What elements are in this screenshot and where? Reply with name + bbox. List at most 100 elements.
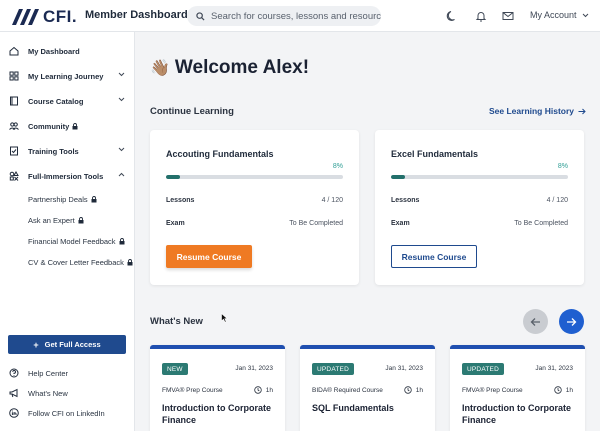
lock-icon — [78, 217, 84, 224]
arrow-right-icon — [567, 317, 577, 326]
clock-icon — [404, 386, 412, 394]
cfi-logo[interactable]: CFI. — [10, 7, 77, 27]
sidebar-item-label: My Dashboard — [28, 47, 80, 56]
search-box[interactable] — [187, 6, 381, 26]
sidebar-item-dashboard[interactable]: My Dashboard — [0, 42, 134, 60]
news-duration: 1h — [254, 386, 273, 394]
sidebar-item-label: Course Catalog — [28, 97, 84, 106]
sidebar-item-learning-journey[interactable]: My Learning Journey — [0, 67, 134, 85]
news-card[interactable]: UPDATED Jan 31, 2023 BIDA® Required Cour… — [300, 345, 435, 431]
get-full-access-button[interactable]: + Get Full Access — [8, 335, 126, 354]
news-title: Introduction to Corporate Finance — [462, 403, 571, 425]
news-date: Jan 31, 2023 — [235, 365, 273, 372]
course-progress-fill — [166, 175, 181, 179]
course-title: Excel Fundamentals — [391, 149, 479, 159]
home-icon — [9, 46, 19, 56]
megaphone-icon — [9, 388, 18, 398]
exam-row: Exam To Be Completed — [391, 220, 568, 227]
mouse-cursor-icon — [221, 313, 228, 323]
chevron-down-icon — [118, 72, 125, 77]
help-center-label: Help Center — [28, 369, 69, 378]
sidebar-item-course-catalog[interactable]: Course Catalog — [0, 92, 134, 110]
linkedin-link[interactable]: Follow CFI on LinkedIn — [0, 405, 134, 421]
chevron-up-icon — [118, 172, 125, 177]
welcome-text: Welcome Alex! — [174, 57, 310, 78]
grid-icon — [9, 71, 19, 81]
logo-text: CFI. — [43, 7, 78, 26]
chevron-down-icon — [582, 13, 588, 17]
resume-course-button[interactable]: Resume Course — [391, 245, 477, 268]
sidebar-subitem-cv-cover-letter-feedback[interactable]: CV & Cover Letter Feedback — [28, 258, 133, 267]
carousel-prev-button[interactable] — [523, 309, 548, 334]
linkedin-label: Follow CFI on LinkedIn — [28, 409, 105, 418]
arrow-left-icon — [530, 317, 540, 326]
news-date: Jan 31, 2023 — [535, 365, 573, 372]
news-card[interactable]: NEW Jan 31, 2023 FMVA® Prep Course 1h In… — [150, 345, 285, 431]
news-title: Introduction to Corporate Finance — [162, 403, 271, 425]
course-progress-bar — [166, 175, 343, 179]
news-course-type: FMVA® Prep Course — [462, 387, 523, 394]
whats-new-heading: What's New — [150, 316, 203, 327]
chevron-down-icon — [118, 147, 125, 152]
search-icon — [196, 11, 205, 21]
course-card: Accouting Fundamentals 8% Lessons 4 / 12… — [150, 130, 359, 285]
sidebar-item-label: Full-Immersion Tools — [28, 172, 104, 181]
lessons-label: Lessons — [391, 197, 420, 204]
carousel-next-button[interactable] — [559, 309, 584, 334]
linkedin-icon — [9, 408, 19, 418]
app-title: Member Dashboard — [85, 9, 188, 21]
plus-icon: + — [33, 339, 39, 350]
shapes-icon — [9, 171, 19, 181]
cfi-logo-mark-icon — [12, 9, 39, 25]
arrow-right-icon — [578, 108, 586, 114]
clock-icon — [554, 386, 562, 394]
exam-label: Exam — [166, 220, 185, 227]
exam-value: To Be Completed — [289, 220, 343, 227]
exam-row: Exam To Be Completed — [166, 220, 343, 227]
sidebar-item-community[interactable]: Community — [0, 117, 134, 135]
checklist-icon — [10, 146, 18, 156]
see-learning-history-link[interactable]: See Learning History — [489, 106, 586, 116]
sidebar-subitem-ask-an-expert[interactable]: Ask an Expert — [28, 216, 84, 225]
news-card[interactable]: UPDATED Jan 31, 2023 FMVA® Prep Course 1… — [450, 345, 585, 431]
news-course-type: BIDA® Required Course — [312, 387, 383, 394]
lessons-label: Lessons — [166, 197, 195, 204]
welcome-heading: 👋🏽 Welcome Alex! — [150, 57, 309, 79]
help-center-link[interactable]: Help Center — [0, 365, 134, 381]
news-duration: 1h — [554, 386, 573, 394]
sidebar-subitem-financial-model-feedback[interactable]: Financial Model Feedback — [28, 237, 125, 246]
whats-new-link[interactable]: What's New — [0, 385, 134, 401]
top-bar: CFI. Member Dashboard My Account — [0, 0, 600, 32]
sidebar-subitem-partnership-deals[interactable]: Partnership Deals — [28, 195, 97, 204]
exam-value: To Be Completed — [514, 220, 568, 227]
clock-icon — [254, 386, 262, 394]
lessons-row: Lessons 4 / 120 — [166, 197, 343, 204]
question-icon — [9, 368, 19, 378]
lock-icon — [72, 123, 78, 130]
sidebar-item-label: My Learning Journey — [28, 72, 104, 81]
sidebar: My Dashboard My Learning Journey Course … — [0, 32, 135, 431]
sidebar-item-full-immersion-tools[interactable]: Full-Immersion Tools — [0, 167, 134, 185]
bell-icon[interactable] — [475, 10, 487, 22]
whats-new-label: What's New — [28, 389, 68, 398]
mail-icon[interactable] — [502, 10, 514, 22]
lessons-row: Lessons 4 / 120 — [391, 197, 568, 204]
sidebar-item-label: Community — [28, 122, 78, 131]
moon-icon[interactable] — [446, 10, 458, 22]
chevron-down-icon — [118, 97, 125, 102]
account-menu[interactable]: My Account — [530, 10, 589, 20]
status-badge: NEW — [162, 363, 188, 375]
course-progress-percent: 8% — [557, 163, 568, 170]
lock-icon — [91, 196, 97, 203]
sidebar-item-label: Training Tools — [28, 147, 79, 156]
search-input[interactable] — [211, 10, 381, 22]
news-course-type: FMVA® Prep Course — [162, 387, 223, 394]
lock-icon — [119, 238, 125, 245]
get-full-access-label: Get Full Access — [44, 340, 101, 349]
continue-learning-heading: Continue Learning — [150, 106, 234, 117]
see-learning-history-label: See Learning History — [489, 106, 575, 116]
news-duration: 1h — [404, 386, 423, 394]
resume-course-button[interactable]: Resume Course — [166, 245, 252, 268]
status-badge: UPDATED — [462, 363, 504, 375]
sidebar-item-training-tools[interactable]: Training Tools — [0, 142, 134, 160]
